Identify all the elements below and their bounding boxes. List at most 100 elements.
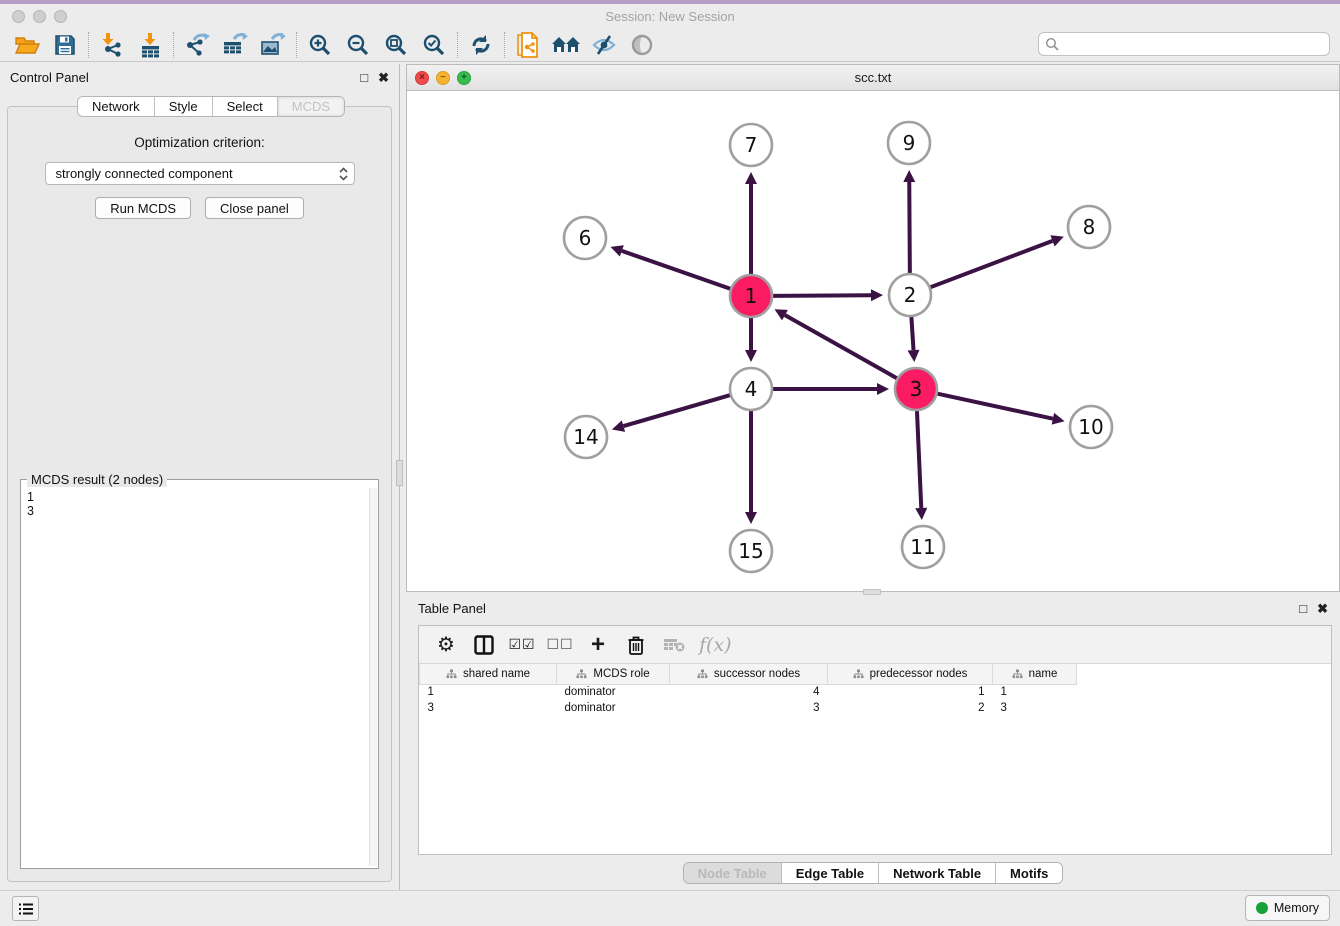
mcds-result-group: MCDS result (2 nodes) 1 3 bbox=[20, 479, 379, 869]
toolbar-separator bbox=[296, 32, 297, 58]
zoom-in-button[interactable] bbox=[301, 30, 339, 60]
graph-node-6[interactable]: 6 bbox=[564, 217, 606, 259]
deselect-all-columns-button[interactable]: ☐☐ bbox=[543, 630, 577, 660]
import-network-button[interactable] bbox=[93, 30, 131, 60]
network-graph[interactable]: 7 9 6 8 1 2 4 3 14 10 15 11 bbox=[407, 91, 1339, 591]
refresh-view-button[interactable] bbox=[462, 30, 500, 60]
graph-edge-3-10[interactable] bbox=[937, 394, 1052, 419]
graph-edge-1-2[interactable] bbox=[773, 295, 871, 296]
graph-node-15[interactable]: 15 bbox=[730, 530, 772, 572]
search-field[interactable] bbox=[1038, 32, 1330, 56]
hierarchy-icon bbox=[853, 669, 864, 679]
export-image-button[interactable] bbox=[254, 30, 292, 60]
delete-column-button[interactable] bbox=[619, 630, 653, 660]
svg-text:10: 10 bbox=[1078, 415, 1103, 439]
zoom-out-icon bbox=[346, 33, 370, 57]
column-view-button[interactable] bbox=[467, 630, 501, 660]
add-column-button[interactable]: + bbox=[581, 630, 615, 660]
export-network-button[interactable] bbox=[178, 30, 216, 60]
table-settings-button[interactable]: ⚙ bbox=[429, 630, 463, 660]
graph-node-7[interactable]: 7 bbox=[730, 124, 772, 166]
home-button[interactable] bbox=[547, 30, 585, 60]
table-tabs: Node Table Edge Table Network Table Moti… bbox=[406, 862, 1340, 884]
import-table-button[interactable] bbox=[131, 30, 169, 60]
panel-splitter-grip[interactable] bbox=[396, 460, 403, 486]
column-header-successor-nodes[interactable]: successor nodes bbox=[670, 664, 828, 684]
graph-node-14[interactable]: 14 bbox=[565, 416, 607, 458]
trash-icon bbox=[627, 635, 645, 655]
save-session-button[interactable] bbox=[46, 30, 84, 60]
refresh-icon bbox=[469, 33, 493, 57]
memory-button[interactable]: Memory bbox=[1245, 895, 1330, 921]
table-row[interactable]: 1dominator411 bbox=[420, 684, 1093, 700]
graph-node-9[interactable]: 9 bbox=[888, 122, 930, 164]
float-table-panel-icon[interactable]: □ bbox=[1299, 602, 1307, 615]
tab-motifs[interactable]: Motifs bbox=[995, 863, 1062, 883]
export-network-icon bbox=[184, 32, 210, 58]
column-header-shared-name[interactable]: shared name bbox=[420, 664, 557, 684]
list-icon bbox=[18, 902, 34, 916]
mcds-result-text[interactable]: 1 3 bbox=[23, 488, 368, 866]
function-builder-button[interactable]: f(x) bbox=[699, 634, 732, 656]
tab-style[interactable]: Style bbox=[154, 97, 212, 116]
zoom-fit-button[interactable] bbox=[377, 30, 415, 60]
toolbar-separator bbox=[173, 32, 174, 58]
zoom-out-button[interactable] bbox=[339, 30, 377, 60]
column-header-predecessor-nodes[interactable]: predecessor nodes bbox=[828, 664, 993, 684]
graph-edge-3-1[interactable] bbox=[785, 315, 897, 378]
export-image-icon bbox=[260, 32, 286, 58]
destroy-column-button[interactable] bbox=[657, 630, 691, 660]
graph-node-8[interactable]: 8 bbox=[1068, 206, 1110, 248]
task-history-button[interactable] bbox=[12, 896, 39, 921]
export-table-button[interactable] bbox=[216, 30, 254, 60]
zoom-selected-button[interactable] bbox=[415, 30, 453, 60]
graph-node-2[interactable]: 2 bbox=[889, 274, 931, 316]
show-all-button[interactable] bbox=[623, 30, 661, 60]
tab-select[interactable]: Select bbox=[212, 97, 277, 116]
graph-node-11[interactable]: 11 bbox=[902, 526, 944, 568]
tab-mcds[interactable]: MCDS bbox=[277, 97, 344, 116]
tab-network[interactable]: Network bbox=[78, 97, 154, 116]
node-table-container: ⚙ ☑☑ ☐☐ + f(x) shared nameMCDS rolesucce… bbox=[418, 625, 1332, 855]
close-table-panel-icon[interactable]: ✖ bbox=[1317, 602, 1328, 615]
tab-node-table[interactable]: Node Table bbox=[684, 863, 781, 883]
memory-label: Memory bbox=[1274, 901, 1319, 915]
float-panel-icon[interactable]: □ bbox=[360, 71, 368, 84]
save-icon bbox=[54, 34, 76, 56]
node-table[interactable]: shared nameMCDS rolesuccessor nodesprede… bbox=[419, 664, 1093, 716]
memory-status-icon bbox=[1256, 902, 1268, 914]
graph-edge-3-11[interactable] bbox=[917, 411, 921, 508]
table-toolbar: ⚙ ☑☑ ☐☐ + f(x) bbox=[419, 626, 1331, 664]
graph-node-3[interactable]: 3 bbox=[895, 368, 937, 410]
column-header-MCDS-role[interactable]: MCDS role bbox=[557, 664, 670, 684]
search-input[interactable] bbox=[1059, 35, 1329, 53]
graph-edge-2-9[interactable] bbox=[909, 182, 910, 273]
plus-icon: + bbox=[591, 633, 605, 657]
search-icon bbox=[1045, 37, 1059, 51]
svg-text:1: 1 bbox=[745, 284, 758, 308]
select-all-columns-button[interactable]: ☑☑ bbox=[505, 630, 539, 660]
graph-node-1[interactable]: 1 bbox=[730, 275, 772, 317]
graph-edge-2-3[interactable] bbox=[911, 317, 913, 350]
open-session-button[interactable] bbox=[8, 30, 46, 60]
network-file-button[interactable] bbox=[509, 30, 547, 60]
import-network-icon bbox=[100, 32, 124, 58]
tab-edge-table[interactable]: Edge Table bbox=[781, 863, 878, 883]
graph-edge-1-6[interactable] bbox=[622, 251, 730, 289]
tab-network-table[interactable]: Network Table bbox=[878, 863, 995, 883]
hierarchy-icon bbox=[576, 669, 587, 679]
network-window-title: scc.txt bbox=[407, 70, 1339, 85]
network-window-titlebar[interactable]: scc.txt × − + bbox=[407, 65, 1339, 91]
graph-edge-2-8[interactable] bbox=[931, 241, 1053, 287]
graph-node-4[interactable]: 4 bbox=[730, 368, 772, 410]
graph-edge-4-14[interactable] bbox=[623, 395, 729, 426]
close-panel-button[interactable]: Close panel bbox=[205, 197, 304, 219]
close-panel-icon[interactable]: ✖ bbox=[378, 71, 389, 84]
criterion-select[interactable]: strongly connected component bbox=[45, 162, 355, 185]
run-mcds-button[interactable]: Run MCDS bbox=[95, 197, 191, 219]
column-header-name[interactable]: name bbox=[993, 664, 1077, 684]
result-scrollbar[interactable] bbox=[369, 488, 377, 866]
table-row[interactable]: 3dominator323 bbox=[420, 700, 1093, 716]
graph-node-10[interactable]: 10 bbox=[1070, 406, 1112, 448]
hide-selected-button[interactable] bbox=[585, 30, 623, 60]
